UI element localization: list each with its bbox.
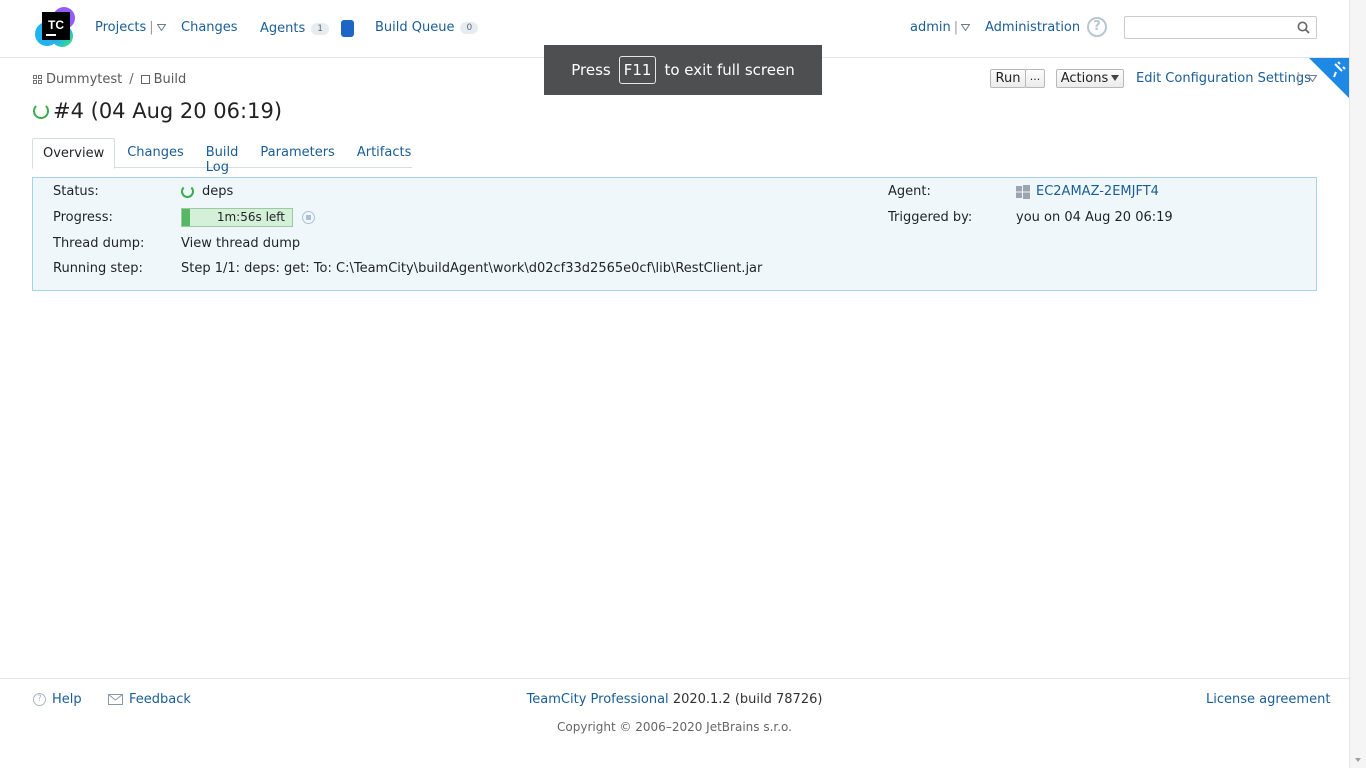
nav-changes[interactable]: Changes [181, 20, 238, 35]
triggered-by-value: you on 04 Aug 20 06:19 [1016, 210, 1173, 225]
agents-count-badge: 1 [311, 22, 329, 35]
help-icon[interactable]: ? [1087, 17, 1107, 37]
status-label: Status: [53, 184, 99, 199]
user-menu[interactable]: admin | [910, 20, 971, 35]
nav-projects-label[interactable]: Projects [95, 20, 146, 35]
run-button-label: Run [995, 71, 1021, 86]
tab-bar: Overview Changes Build Log Parameters Ar… [32, 138, 412, 175]
fullscreen-banner: Press F11 to exit full screen [544, 45, 822, 95]
progress-fill [182, 209, 190, 226]
agent-status-icon[interactable] [341, 20, 354, 37]
teamcity-logo[interactable]: TC [34, 6, 76, 48]
build-config-icon [140, 75, 150, 84]
run-options-button[interactable]: ... [1025, 69, 1045, 88]
status-value: deps [181, 184, 233, 199]
nav-projects[interactable]: Projects | [95, 20, 166, 35]
triggered-by-label: Triggered by: [888, 210, 973, 225]
nav-administration[interactable]: Administration [985, 20, 1080, 35]
actions-button-label: Actions [1060, 71, 1109, 86]
nav-changes-label[interactable]: Changes [181, 20, 238, 35]
agent-value: EC2AMAZ-2EMJFT4 [1016, 184, 1159, 199]
build-details-panel: Status: deps Progress: 1m:56s left Threa… [32, 177, 1317, 291]
banner-rest-text: to exit full screen [664, 61, 795, 79]
page-scrollbar[interactable] [1349, 0, 1366, 768]
running-step-value: Step 1/1: deps: get: To: C:\TeamCity\bui… [181, 261, 763, 276]
progress-label: Progress: [53, 210, 113, 225]
agent-label: Agent: [888, 184, 931, 199]
nav-separator: | [953, 20, 959, 35]
product-link[interactable]: TeamCity Professional [527, 692, 669, 707]
tab-build-log[interactable]: Build Log [196, 138, 249, 175]
stop-icon[interactable] [302, 211, 315, 224]
nav-separator: | [149, 20, 154, 35]
progress-bar: 1m:56s left [181, 208, 293, 227]
license-agreement-link[interactable]: License agreement [1206, 692, 1330, 707]
spinner-icon [33, 103, 49, 119]
build-queue-count-badge: 0 [460, 21, 479, 34]
tab-changes[interactable]: Changes [117, 138, 194, 168]
view-thread-dump-link[interactable]: View thread dump [181, 236, 300, 251]
grid-icon [33, 75, 42, 84]
build-title-text: #4 (04 Aug 20 06:19) [53, 99, 283, 123]
thread-dump-label: Thread dump: [53, 236, 145, 251]
nav-build-queue[interactable]: Build Queue 0 [375, 20, 479, 35]
agent-link[interactable]: EC2AMAZ-2EMJFT4 [1036, 184, 1159, 199]
tab-artifacts[interactable]: Artifacts [347, 138, 422, 168]
tab-parameters[interactable]: Parameters [250, 138, 344, 168]
actions-button[interactable]: Actions [1056, 69, 1124, 88]
footer-product: TeamCity Professional 2020.1.2 (build 78… [0, 692, 1349, 707]
run-button[interactable]: Run [990, 69, 1026, 88]
search-input[interactable] [1124, 16, 1317, 39]
product-version: 2020.1.2 (build 78726) [672, 692, 823, 707]
svg-text:TC: TC [48, 18, 64, 32]
tab-overview[interactable]: Overview [32, 138, 116, 169]
chevron-down-icon[interactable] [961, 24, 971, 31]
nav-separator: | [1296, 71, 1301, 86]
nav-agents[interactable]: Agents 1 [260, 20, 354, 37]
breadcrumb-build-config[interactable]: Build [154, 72, 187, 87]
progress-text: 1m:56s left [216, 210, 285, 224]
page-footer: ? Help Feedback TeamCity Professional 20… [0, 678, 1349, 768]
administration-link[interactable]: Administration [985, 20, 1080, 35]
nav-agents-label[interactable]: Agents [260, 21, 305, 36]
running-step-label: Running step: [53, 261, 143, 276]
nav-build-queue-label[interactable]: Build Queue [375, 20, 454, 35]
banner-key: F11 [618, 56, 657, 84]
page-title: #4 (04 Aug 20 06:19) [33, 99, 282, 123]
banner-press-text: Press [571, 61, 611, 79]
status-text: deps [202, 184, 234, 199]
breadcrumb-separator: / [129, 72, 134, 87]
run-options-label: ... [1029, 70, 1041, 83]
breadcrumb-project[interactable]: Dummytest [46, 72, 122, 87]
chevron-down-icon [1111, 74, 1120, 81]
search-icon[interactable] [1297, 21, 1310, 34]
breadcrumb: Dummytest / Build [33, 72, 186, 87]
edit-settings-dropdown[interactable]: | [1296, 71, 1317, 86]
chevron-down-icon[interactable] [156, 24, 166, 31]
edit-configuration-link[interactable]: Edit Configuration Settings [1136, 71, 1311, 86]
copyright-text: Copyright © 2006–2020 JetBrains s.r.o. [557, 720, 792, 734]
chevron-down-icon[interactable] [1307, 75, 1317, 83]
windows-icon [1016, 184, 1030, 199]
user-name[interactable]: admin [910, 20, 951, 35]
spinner-icon [181, 185, 194, 198]
scroll-down-arrow-icon[interactable] [1350, 755, 1366, 765]
